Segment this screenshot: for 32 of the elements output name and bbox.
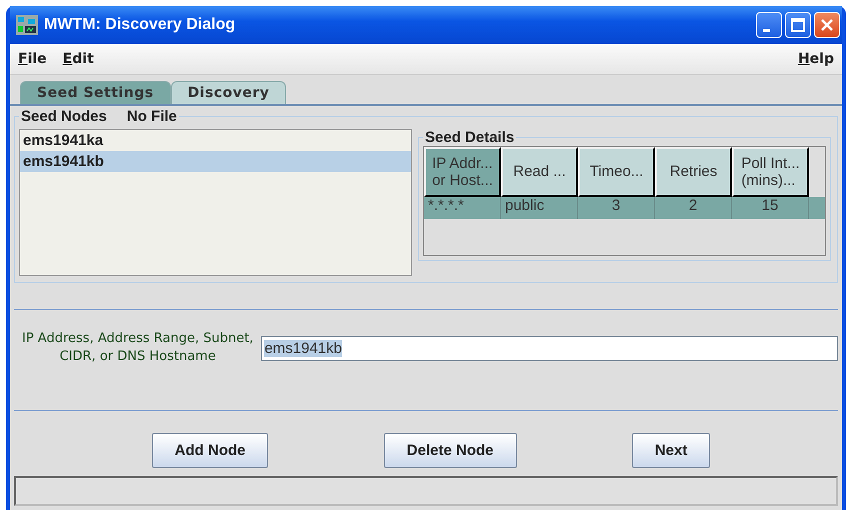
table-cell: public <box>501 197 578 219</box>
action-button[interactable]: Delete Node <box>384 433 516 468</box>
close-button[interactable] <box>814 12 840 38</box>
maximize-button[interactable] <box>785 12 811 38</box>
network-icon <box>16 15 38 35</box>
tab[interactable]: Seed Settings <box>20 81 171 104</box>
column-header[interactable]: IP Addr... or Host... <box>424 147 501 197</box>
column-header[interactable]: Retries <box>655 147 732 197</box>
menu-item[interactable]: Help <box>798 51 834 67</box>
table-cell: 3 <box>578 197 655 219</box>
window-title: MWTM: Discovery Dialog <box>44 16 236 34</box>
minimize-button[interactable] <box>756 12 782 38</box>
column-header[interactable]: Read ... <box>501 147 578 197</box>
input-field[interactable]: ems1941kb <box>261 336 838 361</box>
table-cell: 2 <box>655 197 732 219</box>
table-cell: 15 <box>732 197 809 219</box>
action-button[interactable]: Add Node <box>152 433 268 468</box>
group-title: Seed Nodes <box>21 108 107 125</box>
list-item[interactable]: ems1941kb <box>20 151 411 172</box>
column-header[interactable]: Poll Int... (mins)... <box>732 147 809 197</box>
maximize-icon <box>789 16 807 34</box>
minimize-icon <box>762 28 770 32</box>
list-item[interactable]: ems1941ka <box>20 130 411 151</box>
group-title: Seed Details <box>425 129 514 146</box>
menu-item[interactable]: Edit <box>62 51 94 67</box>
tab[interactable]: Discovery <box>170 81 286 104</box>
table-cell: *.*.*.* <box>424 197 501 219</box>
file-label: No File <box>126 108 177 125</box>
menu-item[interactable]: File <box>18 51 47 67</box>
field-label: IP Address, Address Range, Subnet, CIDR, or DNS Hostname <box>22 330 254 366</box>
action-button[interactable]: Next <box>632 433 710 468</box>
column-header[interactable]: Timeo... <box>578 147 655 197</box>
